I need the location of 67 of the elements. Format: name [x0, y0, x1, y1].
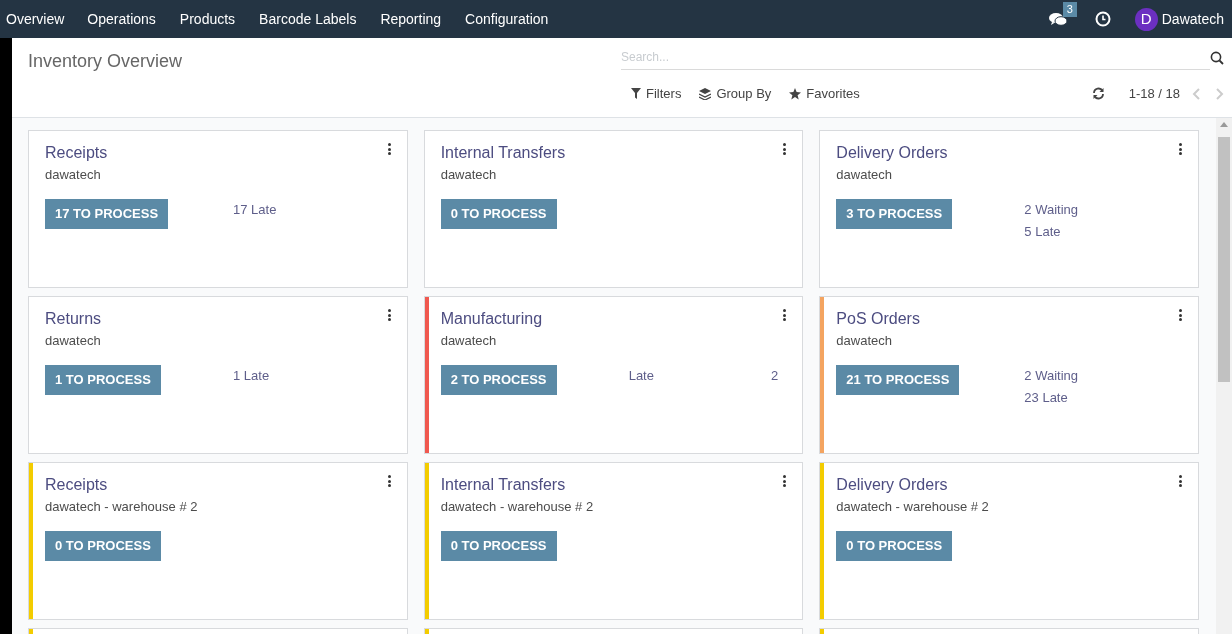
page-title: Inventory Overview	[28, 51, 183, 71]
search-icon[interactable]	[1210, 50, 1224, 65]
star-icon	[789, 87, 802, 100]
pager-value: 1-18 / 18	[1128, 85, 1180, 103]
to-process-button[interactable]: 0 TO PROCESS	[45, 530, 161, 561]
refresh-icon[interactable]	[1091, 87, 1105, 101]
status-count: 2	[771, 366, 779, 385]
scrollbar[interactable]	[1216, 118, 1232, 634]
more-options-icon[interactable]	[783, 309, 787, 321]
status-link[interactable]: 1 Late	[233, 365, 383, 385]
card-subtitle: dawatech - warehouse # 2	[836, 498, 990, 516]
more-options-icon[interactable]	[1179, 309, 1182, 321]
card-subtitle: dawatech	[440, 332, 498, 350]
card-subtitle: dawatech	[440, 166, 498, 184]
to-process-button[interactable]: 1 TO PROCESS	[45, 364, 161, 395]
card-subtitle: dawatech	[836, 166, 893, 184]
status-link[interactable]: 23 Late	[1024, 388, 1174, 408]
card-subtitle: dawatech - warehouse # 2	[440, 498, 595, 516]
card-subtitle: dawatech	[45, 332, 102, 350]
status-link[interactable]: 2 Waiting	[1024, 365, 1174, 385]
card-title[interactable]: Delivery Orders	[836, 143, 1184, 163]
filter-button[interactable]: Group By	[699, 84, 772, 104]
card-title[interactable]: Delivery Orders	[836, 475, 1184, 495]
more-options-icon[interactable]	[1179, 143, 1182, 155]
menu-item[interactable]: Operations	[81, 8, 162, 30]
to-process-button[interactable]: 0 TO PROCESS	[836, 530, 953, 561]
user-avatar[interactable]: D	[1134, 7, 1158, 31]
to-process-button[interactable]: 2 TO PROCESS	[440, 364, 557, 395]
to-process-button[interactable]: 0 TO PROCESS	[440, 198, 557, 229]
filter-button[interactable]: Filters	[631, 84, 682, 104]
to-process-button[interactable]: 21 TO PROCESS	[836, 364, 960, 395]
card-subtitle: dawatech	[45, 166, 102, 184]
menu-item[interactable]: Barcode Labels	[253, 8, 363, 30]
menu-item[interactable]: Reporting	[374, 8, 448, 30]
card-subtitle: dawatech - warehouse # 2	[45, 498, 199, 516]
card-title[interactable]: Internal Transfers	[440, 475, 789, 495]
card-title[interactable]: Internal Transfers	[440, 143, 789, 163]
chat-bubbles-icon[interactable]	[1048, 11, 1067, 27]
status-link[interactable]: 17 Late	[233, 199, 383, 219]
card-title[interactable]: Receipts	[45, 143, 393, 163]
to-process-button[interactable]: 0 TO PROCESS	[440, 530, 557, 561]
menu-item[interactable]: Configuration	[459, 8, 555, 30]
filter-button[interactable]: Favorites	[789, 84, 860, 104]
more-options-icon[interactable]	[387, 143, 391, 155]
more-options-icon[interactable]	[387, 309, 391, 321]
card-subtitle: dawatech	[836, 332, 893, 350]
message-count-badge: 3	[1062, 1, 1077, 17]
card-title[interactable]: Receipts	[45, 475, 393, 495]
more-options-icon[interactable]	[783, 475, 787, 487]
layers-icon	[699, 87, 712, 100]
more-options-icon[interactable]	[783, 143, 787, 155]
menu-item[interactable]: Overview	[0, 8, 71, 30]
more-options-icon[interactable]	[1179, 475, 1182, 487]
status-link[interactable]: 2 Waiting	[1024, 199, 1174, 219]
funnel-icon	[631, 88, 641, 100]
clock-icon[interactable]	[1094, 11, 1111, 27]
to-process-button[interactable]: 3 TO PROCESS	[836, 198, 953, 229]
card-title[interactable]: Manufacturing	[440, 309, 789, 329]
more-options-icon[interactable]	[387, 475, 391, 487]
to-process-button[interactable]: 17 TO PROCESS	[45, 198, 169, 229]
menu-item[interactable]: Products	[173, 8, 242, 30]
status-link[interactable]: 5 Late	[1024, 222, 1174, 242]
scrollbar-thumb[interactable]	[1218, 137, 1230, 382]
card-title[interactable]: PoS Orders	[836, 309, 1184, 329]
card-title[interactable]: Returns	[45, 309, 393, 329]
user-name[interactable]: Dawatech	[1161, 8, 1224, 30]
status-link[interactable]: Late	[628, 365, 654, 385]
